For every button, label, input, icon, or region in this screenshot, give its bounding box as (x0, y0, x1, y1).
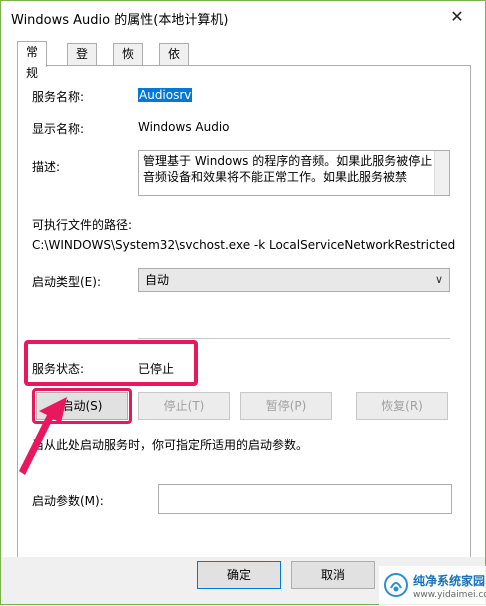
service-name-selected-text: Audiosrv (138, 88, 193, 102)
description-box[interactable]: 管理基于 Windows 的程序的音频。如果此服务被停止，音频设备和效果将不能正… (138, 150, 450, 196)
service-name-label: 服务名称: (32, 90, 85, 104)
window-title: Windows Audio 的属性(本地计算机) (11, 13, 229, 28)
startup-type-value: 自动 (145, 273, 170, 287)
path-value: C:\WINDOWS\System32\svchost.exe -k Local… (32, 238, 456, 252)
startup-type-label: 启动类型(E): (32, 275, 101, 289)
display-name-label: 显示名称: (32, 122, 85, 136)
watermark-url: www.yidaimei.com (413, 590, 486, 600)
divider (138, 338, 450, 339)
chevron-down-icon: ∨ (434, 273, 443, 286)
startup-type-select[interactable]: 自动 ∨ (138, 268, 450, 292)
ok-button[interactable]: 确定 (197, 561, 281, 589)
description-scrollbar[interactable] (434, 151, 449, 195)
watermark: 纯净系统家园 www.yidaimei.com (379, 566, 486, 606)
tab-recovery[interactable]: 恢复 (113, 43, 144, 82)
tab-dependencies[interactable]: 依存关系 (159, 43, 190, 124)
close-icon[interactable]: ✕ (445, 5, 469, 29)
tab-general[interactable]: 常规 (17, 41, 48, 80)
arrow-pointer-icon (19, 397, 67, 475)
watermark-title: 纯净系统家园 (413, 574, 486, 588)
service-name-value[interactable]: Audiosrv (138, 88, 193, 102)
start-params-input[interactable] (158, 484, 452, 514)
path-label: 可执行文件的路径: (32, 218, 133, 232)
resume-button[interactable]: 恢复(R) (356, 392, 448, 420)
display-name-value: Windows Audio (138, 120, 230, 134)
description-label: 描述: (32, 160, 61, 174)
stop-button[interactable]: 停止(T) (138, 392, 230, 420)
properties-dialog: Windows Audio 的属性(本地计算机) ✕ 常规 登录 恢复 依存关系… (0, 0, 486, 606)
pause-button[interactable]: 暂停(P) (240, 392, 332, 420)
start-params-label: 启动参数(M): (32, 494, 104, 508)
watermark-logo-icon (384, 573, 408, 597)
status-highlight-box (24, 340, 198, 386)
tab-logon[interactable]: 登录 (67, 43, 98, 82)
title-bar: Windows Audio 的属性(本地计算机) ✕ (1, 1, 485, 33)
cancel-button[interactable]: 取消 (291, 561, 375, 589)
general-panel: 服务名称: Audiosrv 显示名称: Windows Audio 描述: 管… (17, 65, 471, 561)
description-text: 管理基于 Windows 的程序的音频。如果此服务被停止，音频设备和效果将不能正… (143, 154, 445, 184)
